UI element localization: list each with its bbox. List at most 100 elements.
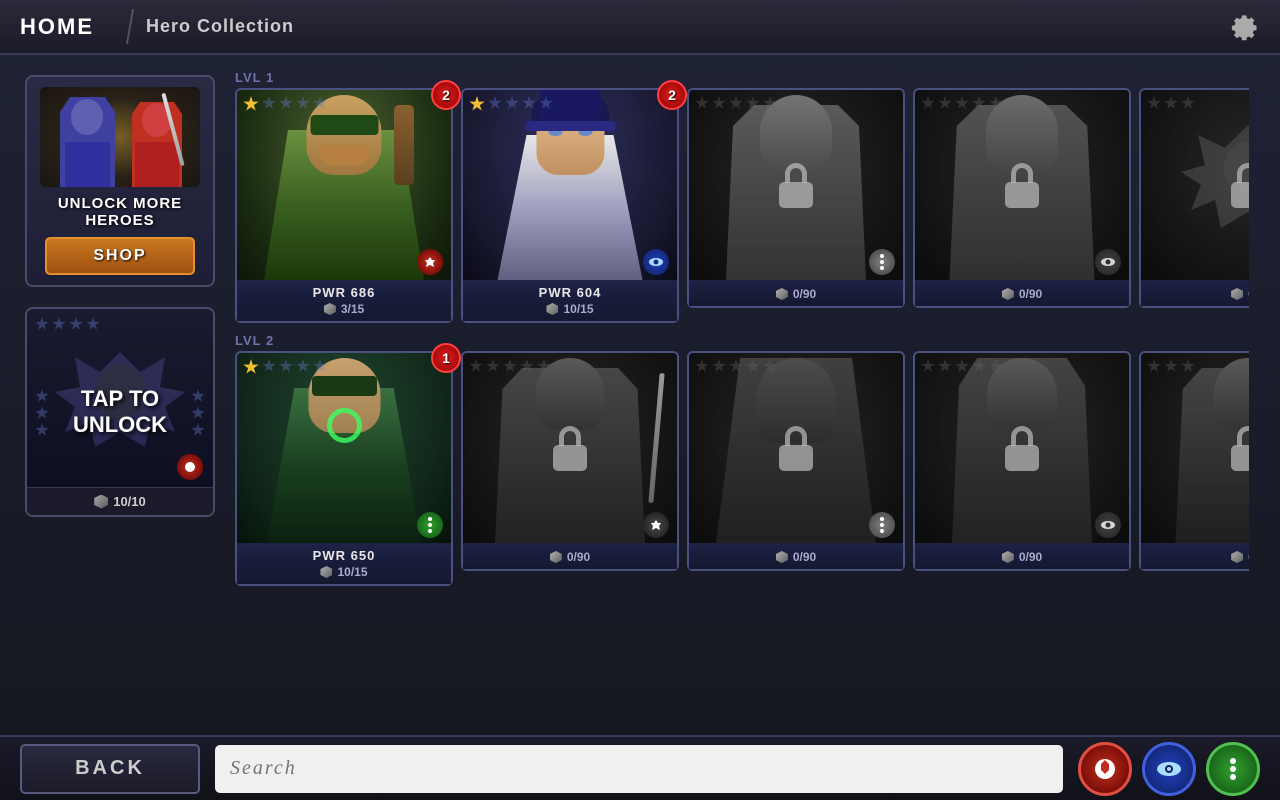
filter-eye-button[interactable] <box>1142 742 1196 796</box>
ga-badge: 2 <box>431 80 461 110</box>
batman-partial-card-wrapper: 0/9 <box>1139 88 1249 323</box>
green-lantern-card[interactable]: PWR 650 10/15 <box>235 351 453 586</box>
gl-star-1 <box>243 359 259 375</box>
star-4 <box>296 96 310 110</box>
lock-overlay <box>689 90 903 280</box>
sup2-progress-text: 0/90 <box>1019 287 1042 301</box>
superman2-locked-card-wrapper: 0/90 <box>913 88 1131 323</box>
cr-progress-text: 0/90 <box>793 550 816 564</box>
filter-fist-button[interactable] <box>1078 742 1132 796</box>
bat-progress: 0/9 <box>1149 287 1249 301</box>
gl-pwr: PWR 650 <box>245 548 443 563</box>
deathstroke-card-wrapper: 0/90 <box>461 351 679 586</box>
tap-unlock-progress: 10/10 <box>27 487 213 515</box>
deathstroke-card[interactable]: 0/90 <box>461 351 679 571</box>
superman2-locked-portrait <box>915 90 1129 280</box>
ds-progress: 0/90 <box>471 550 669 564</box>
bottom-bar: BACK <box>0 735 1280 800</box>
back-button[interactable]: BACK <box>20 744 200 794</box>
sol-progress-text: 0/90 <box>1019 550 1042 564</box>
tap-fist-icon <box>177 454 203 480</box>
zat-pwr: PWR 604 <box>471 285 669 300</box>
gl-progress: 10/15 <box>245 565 443 579</box>
gl-portrait <box>237 353 451 543</box>
soldier-card[interactable]: 0/90 <box>913 351 1131 571</box>
ga-progress: 3/15 <box>245 302 443 316</box>
zat-badge: 2 <box>657 80 687 110</box>
superman2-locked-card[interactable]: 0/90 <box>913 88 1131 308</box>
cr-info: 0/90 <box>689 543 903 569</box>
star-3 <box>279 96 293 110</box>
ga-pwr: PWR 686 <box>245 285 443 300</box>
gl-star-4 <box>296 359 310 373</box>
arch-progress-text: 0/5 <box>1248 550 1249 564</box>
gl-star-5 <box>313 359 327 373</box>
zatanna-stars <box>469 96 671 112</box>
shop-button[interactable]: SHOP <box>45 237 195 275</box>
bat-gem <box>1231 288 1243 300</box>
ga-archer-art <box>264 95 424 280</box>
gl-star-3 <box>279 359 293 373</box>
cr-gem <box>776 551 788 563</box>
stars-row <box>243 96 445 112</box>
archer-partial-card-wrapper: 0/5 <box>1139 351 1249 586</box>
arch-lock-overlay <box>1141 353 1249 543</box>
search-wrapper[interactable] <box>215 745 1063 793</box>
row1-level-label: LVL 1 <box>235 70 1260 85</box>
ga-gem <box>324 303 336 315</box>
zat-gem <box>546 303 558 315</box>
fist-filter-icon <box>1092 756 1118 782</box>
star-1 <box>243 96 259 112</box>
zatanna-portrait <box>463 90 677 280</box>
header: HOME Hero Collection <box>0 0 1280 55</box>
green-arrow-portrait <box>237 90 451 280</box>
tap-to-unlock-card[interactable]: TAP TO UNLOCK 10/10 <box>25 307 215 517</box>
green-arrow-card[interactable]: PWR 686 3/15 <box>235 88 453 323</box>
row2-cards: PWR 650 10/15 1 <box>235 351 1260 586</box>
archer-partial-card[interactable]: 0/5 <box>1139 351 1249 571</box>
zat-progress: 10/15 <box>471 302 669 316</box>
gl-info: PWR 650 10/15 <box>237 543 451 584</box>
arch-gem <box>1231 551 1243 563</box>
sol-info: 0/90 <box>915 543 1129 569</box>
green-lantern-card-wrapper: PWR 650 10/15 1 <box>235 351 453 586</box>
ds-gem <box>550 551 562 563</box>
search-input[interactable] <box>230 757 1048 780</box>
main-content: UNLOCK MORE HEROES SHOP <box>0 55 1280 735</box>
star-5 <box>313 96 327 110</box>
bat-lock-icon <box>1228 163 1249 208</box>
unlock-heroes-text: UNLOCK MORE HEROES <box>37 195 203 229</box>
gl-body <box>267 358 422 543</box>
filter-dots-button[interactable] <box>1206 742 1260 796</box>
creature-portrait <box>689 353 903 543</box>
gl-star-2 <box>262 359 276 373</box>
home-tab[interactable]: HOME <box>20 14 114 40</box>
sup2-info: 0/90 <box>915 280 1129 306</box>
hero-row-1: LVL 1 <box>235 70 1260 323</box>
ds-progress-text: 0/90 <box>567 550 590 564</box>
soldier-card-wrapper: 0/90 <box>913 351 1131 586</box>
collection-title: Hero Collection <box>146 16 294 37</box>
lock-overlay-2 <box>915 90 1129 280</box>
batman-partial-card[interactable]: 0/9 <box>1139 88 1249 308</box>
sup2-progress: 0/90 <box>923 287 1121 301</box>
gl-art <box>237 353 451 543</box>
arch-lock-icon <box>1228 426 1249 471</box>
zat-info: PWR 604 10/15 <box>463 280 677 321</box>
sup-progress-text: 0/90 <box>793 287 816 301</box>
unlock-heroes-card[interactable]: UNLOCK MORE HEROES SHOP <box>25 75 215 287</box>
soldier-portrait <box>915 353 1129 543</box>
sol-ability-icon <box>1095 512 1121 538</box>
zatanna-card[interactable]: PWR 604 10/15 <box>461 88 679 323</box>
tap-to-unlock-text: TAP TO UNLOCK <box>73 386 167 439</box>
row1-cards: PWR 686 3/15 2 <box>235 88 1260 323</box>
dots-filter-icon <box>1230 758 1236 780</box>
creature-card[interactable]: 0/90 <box>687 351 905 571</box>
ds-lock-icon <box>550 426 590 471</box>
batman-portrait <box>1141 90 1249 280</box>
settings-button[interactable] <box>1224 9 1260 45</box>
sup2-ability-icon <box>1095 249 1121 275</box>
arch-progress: 0/5 <box>1149 550 1249 564</box>
superman-locked-card[interactable]: 0/90 <box>687 88 905 308</box>
creature-card-wrapper: 0/90 <box>687 351 905 586</box>
